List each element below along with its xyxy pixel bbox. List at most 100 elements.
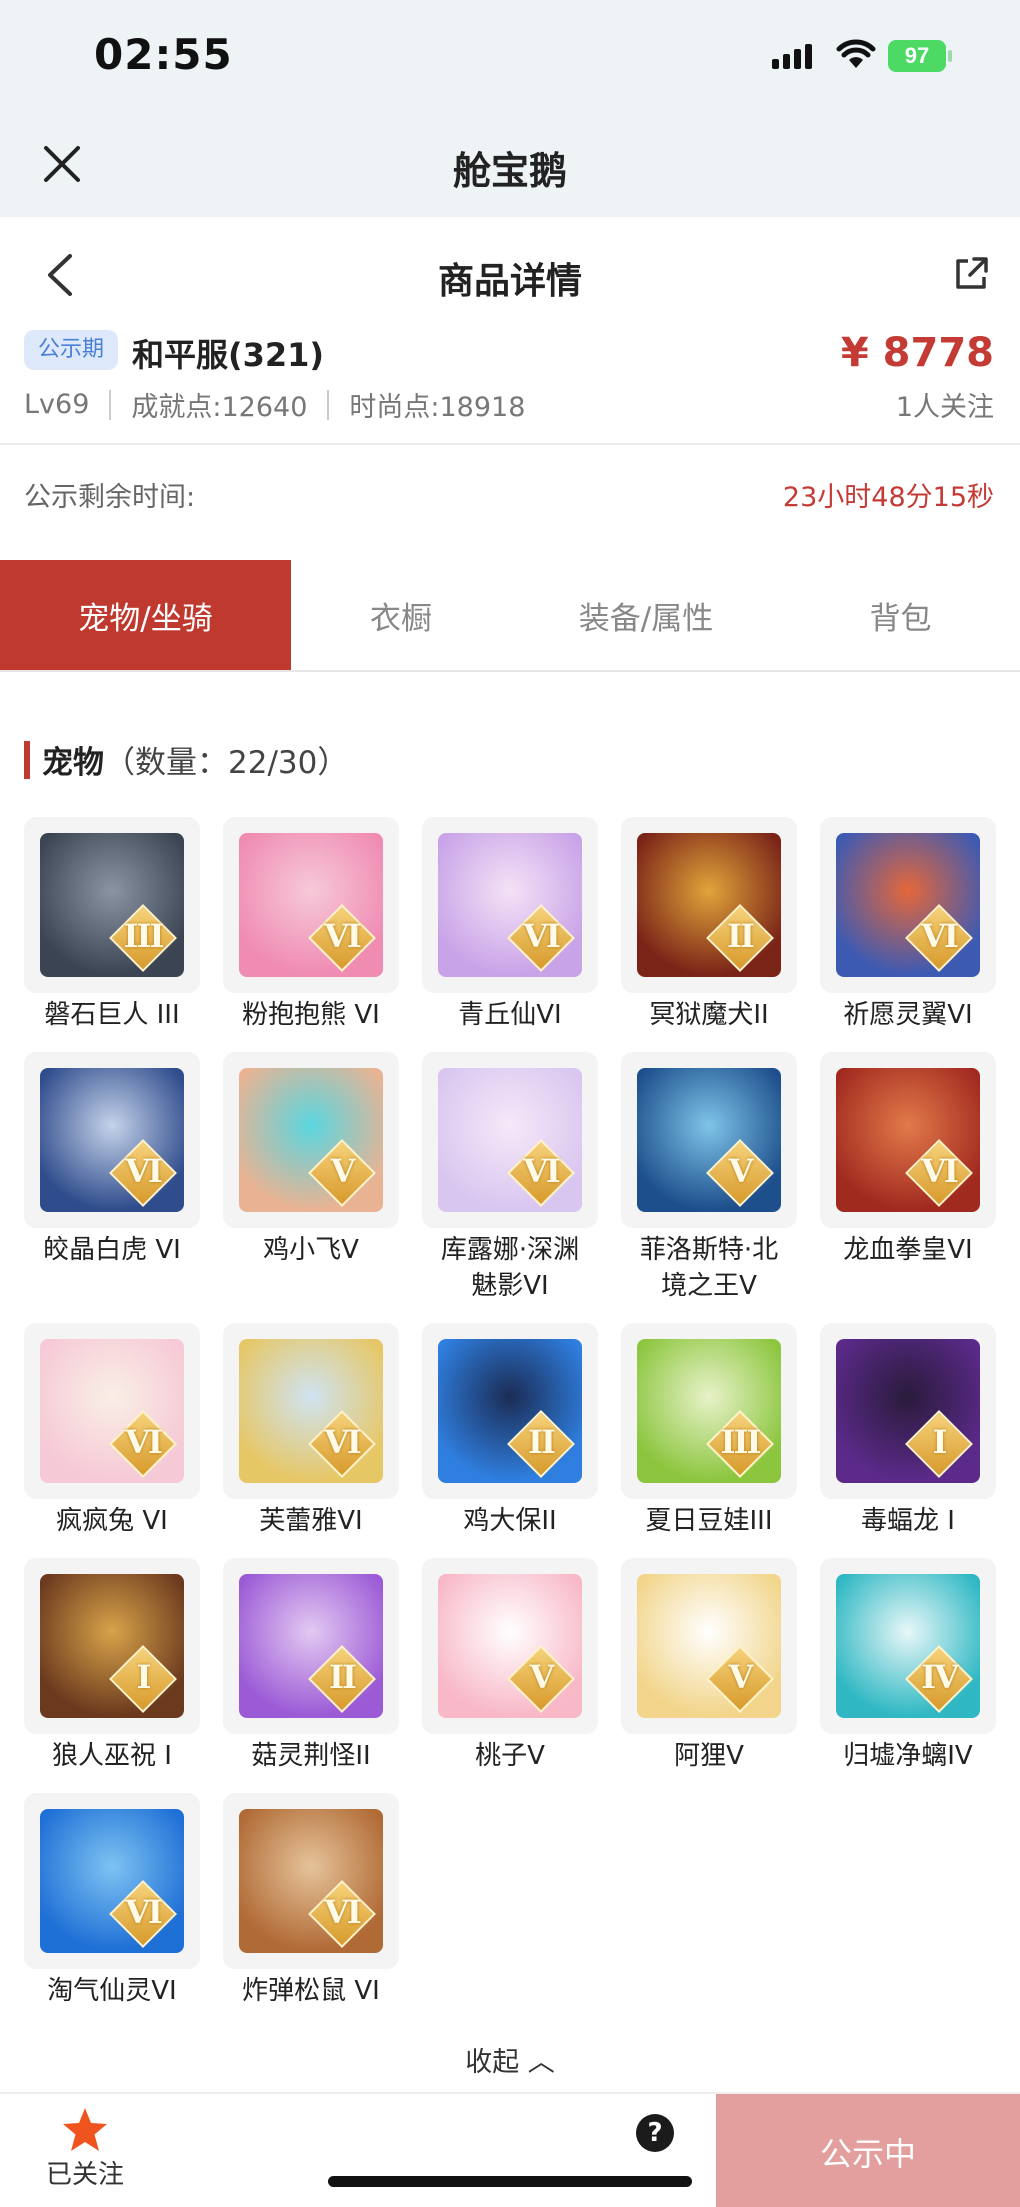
- pet-thumbnail: I: [24, 1558, 200, 1734]
- pet-card[interactable]: V 阿狸V: [621, 1558, 797, 1774]
- pet-card[interactable]: II 菇灵荆怪II: [223, 1558, 399, 1774]
- pet-thumbnail: VI: [24, 1052, 200, 1228]
- pet-name: 归墟净螭IV: [843, 1741, 973, 1771]
- pet-image: [40, 1068, 184, 1212]
- rank-label: IV: [921, 1658, 959, 1696]
- pet-name: 磐石巨人 III: [44, 1000, 180, 1030]
- pet-card[interactable]: V 菲洛斯特·北 境之王V: [621, 1052, 797, 1304]
- tab-backpack[interactable]: 背包: [781, 560, 1020, 670]
- rank-label: VI: [125, 1893, 163, 1931]
- pet-card[interactable]: VI 皎晶白虎 VI: [24, 1052, 200, 1268]
- rank-label: VI: [125, 1152, 163, 1190]
- pet-card[interactable]: VI 芙蕾雅VI: [223, 1323, 399, 1539]
- pet-name: 桃子V: [475, 1741, 545, 1771]
- pet-thumbnail: VI: [223, 1793, 399, 1969]
- pet-thumbnail: VI: [24, 1793, 200, 1969]
- rank-label: V: [728, 1152, 754, 1190]
- pet-card[interactable]: VI 库露娜·深渊 魅影VI: [422, 1052, 598, 1304]
- follow-button[interactable]: 已关注: [30, 2094, 140, 2207]
- server-name: 和平服(321): [132, 336, 325, 374]
- rank-label: VI: [523, 917, 561, 955]
- pet-name: 炸弹松鼠 VI: [242, 1976, 380, 2006]
- app-header: 02:55 97 舱宝鹅: [0, 0, 1020, 217]
- share-icon[interactable]: [952, 255, 990, 293]
- pet-image: [438, 1574, 582, 1718]
- tab-pets-mounts[interactable]: 宠物/坐骑: [0, 560, 291, 670]
- pet-image: [637, 1068, 781, 1212]
- pet-thumbnail: V: [422, 1558, 598, 1734]
- rank-label: VI: [125, 1423, 163, 1461]
- pet-image: [836, 1339, 980, 1483]
- tab-wardrobe[interactable]: 衣橱: [291, 560, 511, 670]
- pet-card[interactable]: II 冥狱魔犬II: [621, 817, 797, 1033]
- pet-card[interactable]: II 鸡大保II: [422, 1323, 598, 1539]
- pet-card[interactable]: VI 淘气仙灵VI: [24, 1793, 200, 2009]
- pet-thumbnail: III: [24, 817, 200, 993]
- pet-card[interactable]: VI 炸弹松鼠 VI: [223, 1793, 399, 2009]
- rank-label: VI: [523, 1152, 561, 1190]
- tab-equipment[interactable]: 装备/属性: [511, 560, 781, 670]
- pet-image: [836, 1068, 980, 1212]
- battery-tip: [948, 50, 952, 62]
- pet-name: 阿狸V: [674, 1741, 744, 1771]
- rank-label: III: [720, 1423, 762, 1461]
- pet-card[interactable]: V 桃子V: [422, 1558, 598, 1774]
- pet-card[interactable]: I 狼人巫祝 I: [24, 1558, 200, 1774]
- app-title: 舱宝鹅: [452, 149, 567, 193]
- pet-image: [438, 1339, 582, 1483]
- pet-thumbnail: I: [820, 1323, 996, 1499]
- divider: [0, 443, 1020, 445]
- pet-name: 菇灵荆怪II: [251, 1741, 371, 1771]
- countdown-label: 公示剩余时间:: [24, 482, 196, 513]
- achievement-points: 成就点:12640: [131, 392, 308, 423]
- pet-image: [239, 833, 383, 977]
- collapse-button[interactable]: 收起 ︿: [0, 2040, 1020, 2079]
- pet-name: 祈愿灵翼VI: [843, 1000, 973, 1030]
- pet-image: [239, 1809, 383, 1953]
- pet-thumbnail: VI: [820, 1052, 996, 1228]
- pet-image: [637, 1339, 781, 1483]
- pet-thumbnail: II: [621, 817, 797, 993]
- pet-card[interactable]: VI 粉抱抱熊 VI: [223, 817, 399, 1033]
- help-icon[interactable]: ?: [636, 2114, 674, 2152]
- pet-thumbnail: VI: [223, 817, 399, 993]
- rank-label: VI: [921, 1152, 959, 1190]
- follow-label: 已关注: [45, 2160, 124, 2190]
- pet-card[interactable]: VI 青丘仙VI: [422, 817, 598, 1033]
- pet-thumbnail: VI: [223, 1323, 399, 1499]
- divider: [327, 389, 330, 420]
- rank-label: VI: [324, 1893, 362, 1931]
- rank-label: II: [727, 917, 755, 955]
- page-title: 商品详情: [437, 261, 582, 302]
- pet-card[interactable]: III 磐石巨人 III: [24, 817, 200, 1033]
- level: Lv69: [24, 389, 90, 420]
- rank-label: I: [932, 1423, 948, 1461]
- pet-name: 疯疯兔 VI: [56, 1506, 168, 1536]
- pet-card[interactable]: VI 祈愿灵翼VI: [820, 817, 996, 1033]
- countdown-value: 23小时48分15秒: [782, 482, 994, 513]
- pet-thumbnail: VI: [24, 1323, 200, 1499]
- pet-thumbnail: II: [223, 1558, 399, 1734]
- section-marker: [24, 740, 30, 779]
- pet-thumbnail: VI: [422, 1052, 598, 1228]
- pet-card[interactable]: V 鸡小飞V: [223, 1052, 399, 1268]
- pet-card[interactable]: VI 龙血拳皇VI: [820, 1052, 996, 1268]
- pet-name: 鸡大保II: [463, 1506, 557, 1536]
- pet-card[interactable]: IV 归墟净螭IV: [820, 1558, 996, 1774]
- pet-card[interactable]: III 夏日豆娃III: [621, 1323, 797, 1539]
- pet-thumbnail: V: [621, 1052, 797, 1228]
- pet-name: 皎晶白虎 VI: [43, 1235, 181, 1265]
- pet-image: [637, 833, 781, 977]
- rank-label: V: [728, 1658, 754, 1696]
- pet-card[interactable]: I 毒蝠龙 I: [820, 1323, 996, 1539]
- follower-count: 1人关注: [895, 392, 994, 423]
- section-title: 宠物 （数量：22/30）: [24, 737, 348, 782]
- pet-thumbnail: VI: [820, 817, 996, 993]
- pet-image: [239, 1574, 383, 1718]
- battery-icon: 97: [888, 40, 946, 72]
- pet-image: [637, 1574, 781, 1718]
- pet-name: 鸡小飞V: [263, 1235, 359, 1265]
- pet-card[interactable]: VI 疯疯兔 VI: [24, 1323, 200, 1539]
- pet-name: 芙蕾雅VI: [259, 1506, 363, 1536]
- pet-name: 青丘仙VI: [458, 1000, 562, 1030]
